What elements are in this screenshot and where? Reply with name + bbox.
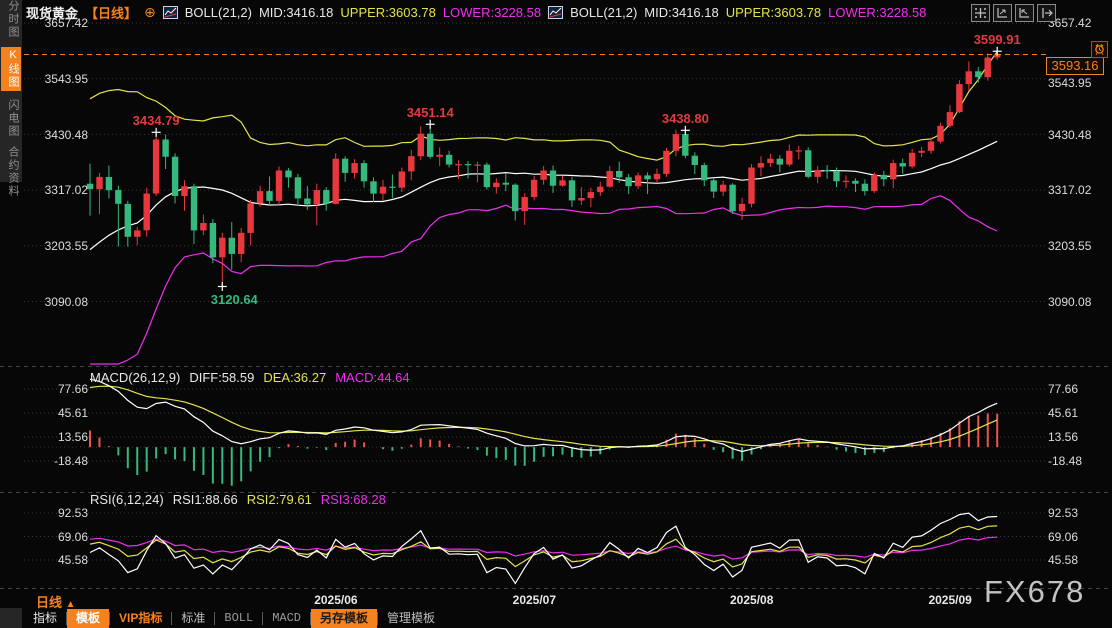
sidebar-tab-kline[interactable]: K线图	[1, 47, 21, 91]
price-axis-right-2: 3430.48	[1048, 128, 1091, 142]
swing-high-label-3: 3438.80	[662, 111, 709, 126]
macd-title-row: MACD(26,12,9) DIFF:58.59 DEA:36.27 MACD:…	[90, 370, 410, 385]
price-axis-left-3: 3317.02	[30, 183, 88, 197]
chart-style-icon[interactable]	[163, 6, 178, 19]
x-axis-label-jul: 2025/07	[513, 593, 556, 607]
sidebar-tab-timeshare[interactable]: 分时图	[1, 0, 21, 39]
swing-high-label-1: 3434.79	[133, 113, 180, 128]
toolbar-item-manage-templates[interactable]: 管理模板	[378, 609, 444, 628]
price-axis-left-5: 3090.08	[30, 295, 88, 309]
rsi-title-row: RSI(6,12,24) RSI1:88.66 RSI2:79.61 RSI3:…	[90, 492, 386, 507]
price-axis-right-5: 3090.08	[1048, 295, 1091, 309]
price-axis-right-1: 3543.95	[1048, 76, 1091, 90]
indicator-toolbar: 指标 模板 VIP指标 标准 BOLL MACD 另存模板 管理模板	[24, 609, 444, 628]
macd-axis-left-3: -18.48	[30, 454, 88, 468]
pan-icon[interactable]	[971, 4, 990, 22]
period-tag[interactable]: 【日线】	[85, 3, 137, 22]
rsi-axis-left-1: 69.06	[30, 530, 88, 544]
rsi3-value: RSI3:68.28	[321, 492, 386, 507]
boll-upper-2: UPPER:3603.78	[726, 5, 821, 20]
boll-mid-2: MID:3416.18	[644, 5, 718, 20]
swing-high-label-4: 3599.91	[974, 32, 1021, 47]
fx678-watermark: FX678	[984, 574, 1085, 610]
price-axis-left-2: 3430.48	[30, 128, 88, 142]
rsi2-value: RSI2:79.61	[247, 492, 312, 507]
macd-axis-right-0: 77.66	[1048, 382, 1078, 396]
macd-axis-right-1: 45.61	[1048, 406, 1078, 420]
price-axis-left-4: 3203.55	[30, 239, 88, 253]
boll-mid-1: MID:3416.18	[259, 5, 333, 20]
kline-chart-window: 分时图 K线图 闪电图 合约资料 现货黄金 【日线】 ⊕ BOLL(21,2) …	[0, 0, 1112, 628]
sidebar-tab-lightning[interactable]: 闪电图	[1, 99, 21, 138]
toolbar-item-vip-indicators[interactable]: VIP指标	[110, 609, 171, 628]
boll-lower-1: LOWER:3228.58	[443, 5, 541, 20]
price-axis-right-4: 3203.55	[1048, 239, 1091, 253]
chart-header: 现货黄金 【日线】 ⊕ BOLL(21,2) MID:3416.18 UPPER…	[26, 3, 926, 21]
boll-upper-1: UPPER:3603.78	[340, 5, 435, 20]
toolbar-item-standard[interactable]: 标准	[172, 609, 214, 628]
axis-zoom-out-icon[interactable]	[1015, 4, 1034, 22]
rsi-axis-left-0: 92.53	[30, 506, 88, 520]
toolbar-item-macd[interactable]: MACD	[263, 609, 310, 628]
price-axis-right-3: 3317.02	[1048, 183, 1091, 197]
rsi-axis-left-2: 45.58	[30, 553, 88, 567]
macd-axis-left-2: 13.56	[30, 430, 88, 444]
rsi-axis-right-2: 45.58	[1048, 553, 1078, 567]
sidebar-bottom-corner	[0, 608, 22, 628]
chart-canvas[interactable]	[0, 0, 1112, 628]
boll-lower-2: LOWER:3228.58	[828, 5, 926, 20]
macd-diff-value: DIFF:58.59	[189, 370, 254, 385]
toolbar-item-indicators[interactable]: 指标	[24, 609, 66, 628]
rsi1-value: RSI1:88.66	[173, 492, 238, 507]
macd-axis-left-1: 45.61	[30, 406, 88, 420]
x-axis-label-aug: 2025/08	[730, 593, 773, 607]
add-indicator-icon[interactable]: ⊕	[144, 4, 156, 21]
sidebar-tab-contract-info[interactable]: 合约资料	[1, 146, 21, 198]
swing-high-label-2: 3451.14	[407, 105, 454, 120]
macd-value: MACD:44.64	[335, 370, 409, 385]
boll-name-2: BOLL(21,2)	[570, 5, 637, 20]
x-axis-label-sep: 2025/09	[928, 593, 971, 607]
macd-params: MACD(26,12,9)	[90, 370, 180, 385]
macd-axis-right-2: 13.56	[1048, 430, 1078, 444]
swing-low-label: 3120.64	[211, 292, 258, 307]
rsi-params: RSI(6,12,24)	[90, 492, 164, 507]
price-alert-icon[interactable]	[1091, 41, 1108, 58]
price-axis-left-1: 3543.95	[30, 72, 88, 86]
axis-zoom-in-icon[interactable]	[993, 4, 1012, 22]
period-selector-label: 日线	[36, 595, 62, 610]
current-price-badge: 3593.16	[1046, 57, 1104, 75]
chart-style-icon-2[interactable]	[548, 6, 563, 19]
x-axis-label-jun: 2025/06	[314, 593, 357, 607]
macd-dea-value: DEA:36.27	[263, 370, 326, 385]
macd-axis-left-0: 77.66	[30, 382, 88, 396]
exit-fullscreen-icon[interactable]	[1037, 4, 1056, 22]
rsi-axis-right-1: 69.06	[1048, 530, 1078, 544]
boll-name-1: BOLL(21,2)	[185, 5, 252, 20]
price-axis-left-0: 3657.42	[30, 16, 88, 30]
toolbar-item-templates[interactable]: 模板	[67, 609, 109, 628]
macd-axis-right-3: -18.48	[1048, 454, 1082, 468]
toolbar-item-save-template[interactable]: 另存模板	[311, 609, 377, 628]
chart-type-sidebar: 分时图 K线图 闪电图 合约资料	[0, 0, 22, 182]
chart-toolbar	[971, 4, 1056, 22]
toolbar-item-boll[interactable]: BOLL	[215, 609, 262, 628]
rsi-axis-right-0: 92.53	[1048, 506, 1078, 520]
